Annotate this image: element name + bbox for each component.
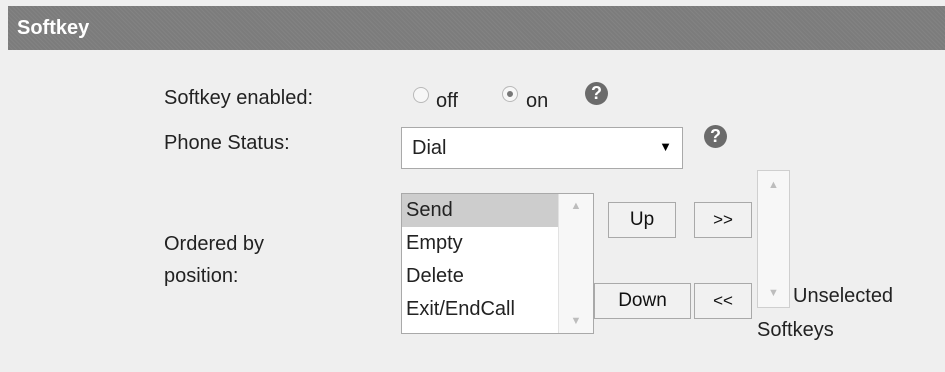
phone-status-help-icon[interactable]: ? bbox=[704, 125, 727, 148]
radio-off[interactable] bbox=[413, 87, 429, 103]
phone-status-value: Dial bbox=[412, 137, 447, 159]
scroll-down-icon[interactable]: ▼ bbox=[559, 315, 593, 327]
scroll-up-icon[interactable]: ▲ bbox=[758, 179, 789, 191]
softkey-enabled-help-icon[interactable]: ? bbox=[585, 82, 608, 105]
softkey-enabled-label: Softkey enabled: bbox=[164, 87, 313, 109]
unselected-softkeys-listbox[interactable]: ▲ ▼ bbox=[757, 170, 790, 308]
radio-on-label[interactable]: on bbox=[526, 89, 548, 113]
list-item[interactable]: Send bbox=[402, 194, 560, 227]
move-down-button[interactable]: Down bbox=[594, 283, 691, 319]
listbox-scrollbar[interactable]: ▲ ▼ bbox=[558, 194, 593, 333]
scroll-up-icon[interactable]: ▲ bbox=[559, 200, 593, 212]
ordered-label-line2: position: bbox=[164, 265, 239, 287]
phone-status-label: Phone Status: bbox=[164, 132, 290, 154]
radio-off-label[interactable]: off bbox=[436, 89, 458, 113]
radio-on[interactable] bbox=[502, 86, 518, 102]
remove-softkey-button[interactable]: << bbox=[694, 283, 752, 319]
unselected-label-line2: Softkeys bbox=[757, 319, 834, 341]
section-title: Softkey bbox=[17, 17, 90, 39]
list-item[interactable]: Empty bbox=[402, 227, 560, 260]
list-item[interactable]: Delete bbox=[402, 260, 560, 293]
unselected-label-line1: Unselected bbox=[793, 285, 894, 307]
ordered-label-line1: Ordered by bbox=[164, 233, 265, 255]
list-item[interactable]: Exit/EndCall bbox=[402, 293, 560, 326]
add-softkey-button[interactable]: >> bbox=[694, 202, 752, 238]
section-header: Softkey bbox=[8, 6, 945, 50]
phone-status-select[interactable]: Dial ▼ bbox=[401, 127, 683, 169]
move-up-button[interactable]: Up bbox=[608, 202, 676, 238]
dropdown-arrow-icon: ▼ bbox=[659, 139, 672, 154]
ordered-softkeys-listbox[interactable]: Send Empty Delete Exit/EndCall ▲ ▼ bbox=[401, 193, 594, 334]
scroll-down-icon[interactable]: ▼ bbox=[758, 287, 789, 299]
